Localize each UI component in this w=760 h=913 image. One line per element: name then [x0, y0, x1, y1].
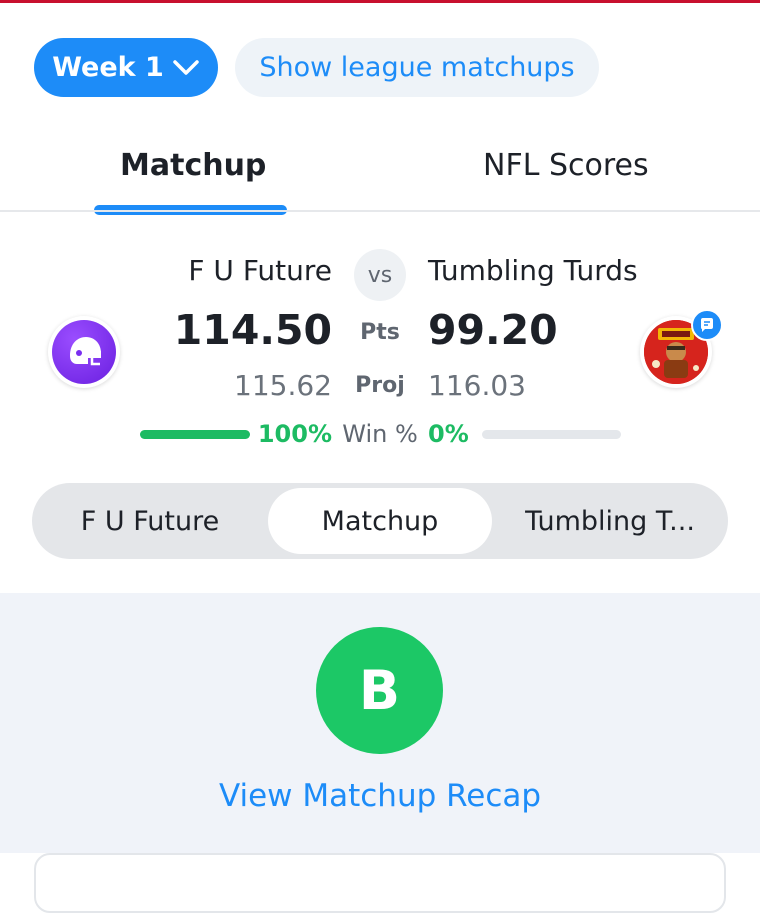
- week-label: Week 1: [52, 52, 164, 83]
- segment-team-right[interactable]: Tumbling T...: [492, 488, 728, 554]
- helmet-icon: [70, 337, 101, 366]
- team-right-points: 99.20: [428, 306, 558, 354]
- tab-matchup[interactable]: Matchup: [120, 148, 266, 183]
- top-accent-bar: [0, 0, 760, 3]
- chevron-down-icon: [173, 59, 199, 75]
- points-label: Pts: [360, 320, 400, 345]
- team-left-name[interactable]: F U Future: [188, 254, 332, 287]
- team-right-name[interactable]: Tumbling Turds: [428, 254, 638, 287]
- roster-card: [34, 853, 726, 913]
- projected-label: Proj: [355, 373, 405, 398]
- team-right-win-pct: 0%: [428, 420, 469, 448]
- team-right-win-bar: [482, 430, 621, 439]
- view-matchup-recap-link[interactable]: View Matchup Recap: [0, 778, 760, 814]
- week-selector-button[interactable]: Week 1: [34, 38, 218, 97]
- chat-icon[interactable]: [691, 309, 723, 341]
- team-left-win-pct: 100%: [257, 420, 332, 448]
- team-left-win-bar: [140, 430, 250, 439]
- team-left-projected: 115.62: [234, 369, 332, 402]
- team-left-avatar[interactable]: [48, 316, 120, 388]
- tab-nfl-scores[interactable]: NFL Scores: [483, 148, 649, 183]
- team-view-segmented-control: F U Future Matchup Tumbling T...: [32, 483, 728, 559]
- segment-team-left[interactable]: F U Future: [32, 488, 268, 554]
- segment-matchup[interactable]: Matchup: [268, 488, 492, 554]
- tab-divider: [0, 210, 760, 212]
- team-left-points: 114.50: [173, 306, 332, 354]
- matchup-grade-badge: B: [316, 627, 443, 754]
- team-right-projected: 116.03: [428, 369, 526, 402]
- win-pct-label: Win %: [342, 420, 418, 448]
- vs-badge: vs: [354, 249, 406, 301]
- show-league-matchups-button[interactable]: Show league matchups: [235, 38, 599, 97]
